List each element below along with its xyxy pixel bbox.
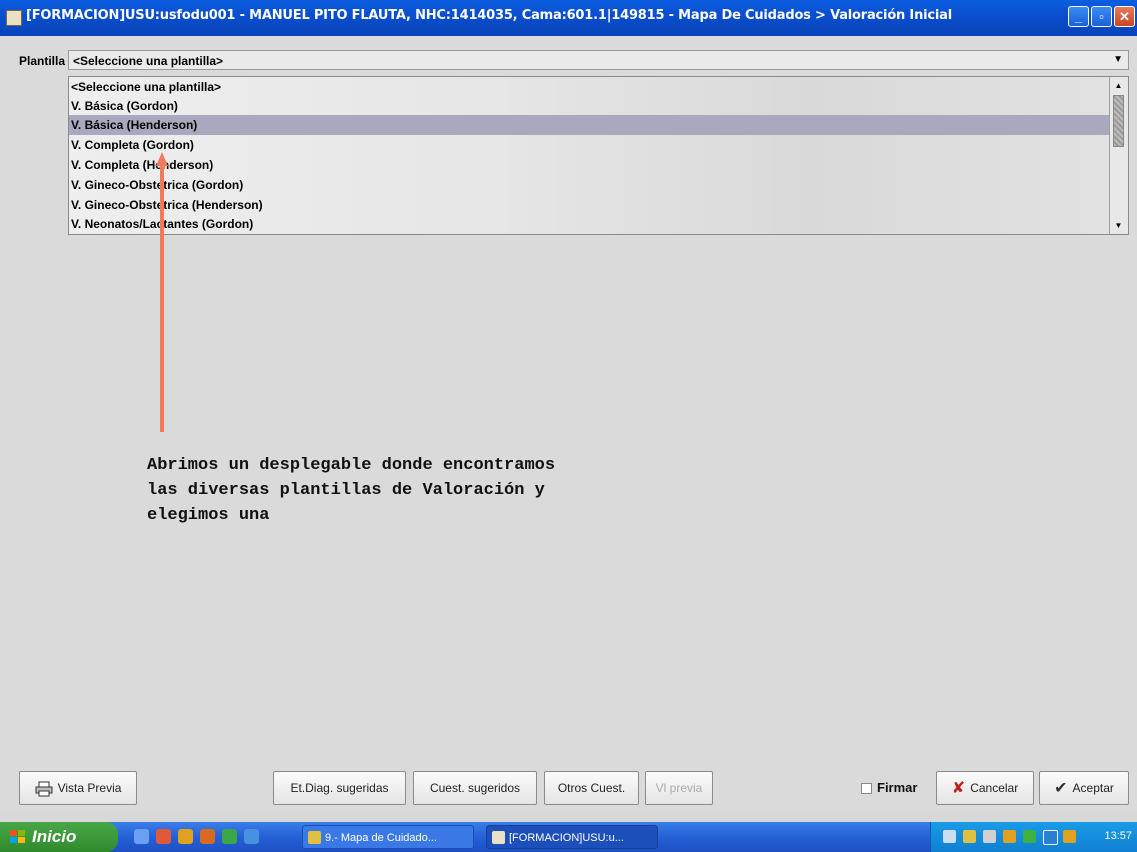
close-button[interactable]: ✕ [1114, 6, 1135, 27]
plantilla-dropdown-list[interactable]: <Seleccione una plantilla> V. Básica (Go… [68, 76, 1129, 235]
shield-icon[interactable] [963, 830, 976, 843]
ie-icon[interactable] [134, 829, 149, 844]
display-icon[interactable] [1043, 830, 1058, 845]
list-item-selected[interactable]: V. Básica (Henderson) [69, 115, 1109, 135]
firmar-checkbox-box[interactable] [861, 783, 872, 795]
et-diag-sugeridas-button[interactable]: Et.Diag. sugeridas [273, 771, 406, 805]
ie-alt-icon[interactable] [244, 829, 259, 844]
start-label: Inicio [32, 827, 77, 846]
network-icon[interactable] [943, 830, 956, 843]
combo-selected-value: <Seleccione una plantilla> [73, 54, 224, 68]
taskbar-item-formacion[interactable]: [FORMACION]USU:u... [486, 825, 658, 849]
list-item[interactable]: V. Básica (Gordon) [69, 96, 1109, 116]
system-tray: 13:57 [930, 822, 1137, 852]
taskbar-item-word[interactable]: 9.- Mapa de Cuidado... [302, 825, 474, 849]
chevron-down-icon[interactable]: ▼ [1113, 54, 1123, 65]
vertical-scrollbar[interactable]: ▲ ▼ [1109, 77, 1128, 234]
plantilla-label: Plantilla [19, 54, 66, 68]
annotation-text: Abrimos un desplegable donde encontramos… [147, 456, 556, 525]
otros-cuest-button[interactable]: Otros Cuest. [544, 771, 639, 805]
document-icon [308, 831, 321, 844]
list-item[interactable]: V. Neonatos/Lactantes (Gordon) [69, 214, 1109, 234]
scroll-up-icon[interactable]: ▲ [1112, 79, 1125, 92]
update-icon[interactable] [1023, 830, 1036, 843]
maximize-button[interactable]: ▫ [1091, 6, 1112, 27]
taskbar: Inicio 9.- Mapa de Cuidado... [FORMACION… [0, 822, 1137, 852]
cancelar-label: Cancelar [970, 781, 1019, 795]
start-button[interactable]: Inicio [0, 822, 118, 852]
java-app-icon [492, 831, 505, 844]
v2-tray-icon[interactable] [1063, 830, 1076, 843]
scroll-down-icon[interactable]: ▼ [1112, 219, 1125, 232]
v2-app-icon[interactable] [178, 829, 193, 844]
volume-icon[interactable] [983, 830, 996, 843]
title-bar: [FORMACION]USU:usfodu001 - MANUEL PITO F… [0, 0, 1137, 36]
firmar-checkbox[interactable]: Firmar [861, 780, 917, 795]
task-label: [FORMACION]USU:u... [509, 832, 624, 844]
task-label: 9.- Mapa de Cuidado... [325, 832, 437, 844]
cancel-x-icon: ✘ [951, 779, 966, 797]
scroll-thumb[interactable] [1113, 95, 1124, 147]
cuest-sugeridos-button[interactable]: Cuest. sugeridos [413, 771, 537, 805]
firmar-label: Firmar [877, 780, 918, 795]
vista-previa-label: Vista Previa [57, 781, 122, 795]
firefox-icon[interactable] [200, 829, 215, 844]
app-icon[interactable] [222, 829, 237, 844]
app-tray-icon[interactable] [1003, 830, 1016, 843]
checkmark-icon: ✔ [1054, 779, 1068, 797]
list-item[interactable]: V. Completa (Gordon) [69, 135, 1109, 155]
plantilla-combobox[interactable]: <Seleccione una plantilla> ▼ [68, 50, 1129, 70]
window-title: [FORMACION]USU:usfodu001 - MANUEL PITO F… [26, 8, 952, 23]
aceptar-label: Aceptar [1072, 781, 1114, 795]
annotation-arrow [156, 152, 168, 432]
minimize-button[interactable]: _ [1068, 6, 1089, 27]
clock: 13:57 [1104, 830, 1132, 842]
aceptar-button[interactable]: ✔ Aceptar [1039, 771, 1129, 805]
chrome-icon[interactable] [156, 829, 171, 844]
vi-previa-button: Vl previa [645, 771, 713, 805]
list-item[interactable]: V. Gineco-Obstetrica (Henderson) [69, 195, 1109, 215]
java-app-icon [6, 10, 22, 26]
list-item[interactable]: V. Gineco-Obstetrica (Gordon) [69, 175, 1109, 195]
windows-logo-icon [10, 830, 25, 843]
cancelar-button[interactable]: ✘ Cancelar [936, 771, 1034, 805]
vista-previa-button[interactable]: Vista Previa [19, 771, 137, 805]
list-item[interactable]: <Seleccione una plantilla> [69, 77, 1109, 97]
list-item[interactable]: V. Completa (Henderson) [69, 155, 1109, 175]
printer-icon [35, 781, 53, 797]
